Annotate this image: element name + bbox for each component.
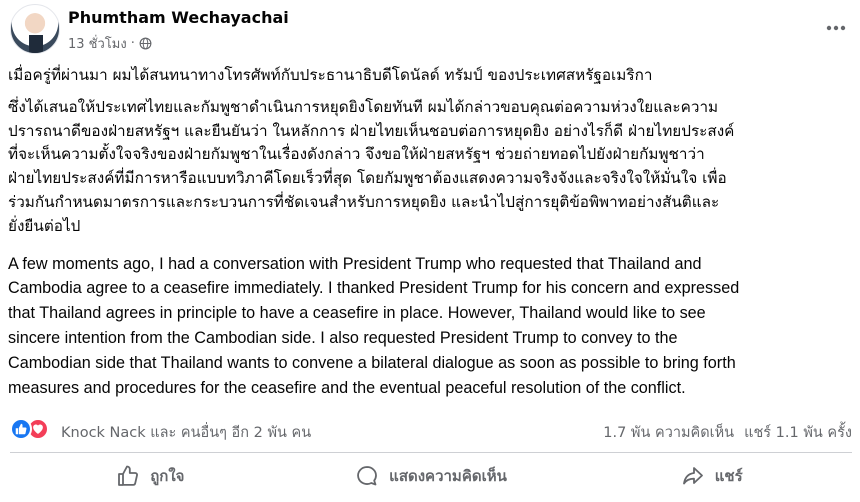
comment-bubble-icon — [357, 466, 378, 486]
like-reaction-icon — [10, 418, 32, 440]
thumbs-up-icon — [118, 465, 139, 486]
more-options-button[interactable] — [822, 14, 850, 42]
action-bar: ถูกใจ แสดงความคิดเห็น แชร์ — [10, 456, 852, 496]
post-meta: 13 ชั่วโมง · — [68, 33, 152, 54]
post-time[interactable]: 13 ชั่วโมง — [68, 33, 127, 54]
thai-intro-paragraph: เมื่อครู่ที่ผ่านมา ผมได้สนทนาทางโทรศัพท์… — [8, 66, 653, 84]
english-paragraph: A few moments ago, I had a conversation … — [8, 254, 740, 397]
comments-count[interactable]: 1.7 พัน ความคิดเห็น — [603, 421, 734, 444]
like-label: ถูกใจ — [150, 467, 185, 485]
reactors-text[interactable]: Knock Nack และ คนอื่นๆ อีก 2 พัน คน — [61, 421, 311, 444]
reaction-icons[interactable] — [10, 418, 49, 440]
share-arrow-icon — [682, 467, 703, 485]
more-dots-icon — [826, 25, 846, 31]
share-button[interactable]: แชร์ — [571, 456, 852, 496]
like-button[interactable]: ถูกใจ — [10, 456, 291, 496]
author-name[interactable]: Phumtham Wechayachai — [68, 8, 289, 27]
comment-label: แสดงความคิดเห็น — [389, 467, 507, 485]
meta-separator: · — [130, 36, 135, 51]
comment-button[interactable]: แสดงความคิดเห็น — [291, 456, 572, 496]
avatar[interactable] — [10, 4, 60, 54]
post-content: เมื่อครู่ที่ผ่านมา ผมได้สนทนาทางโทรศัพท์… — [8, 64, 854, 400]
post-header: Phumtham Wechayachai 13 ชั่วโมง · — [10, 4, 850, 60]
thai-body-paragraph: ซึ่งได้เสนอให้ประเทศไทยและกัมพูชาดำเนินก… — [8, 97, 735, 235]
share-label: แชร์ — [714, 467, 743, 485]
engagement-counts: 1.7 พัน ความคิดเห็น แชร์ 1.1 พัน ครั้ง — [603, 421, 852, 444]
avatar-figure — [29, 35, 43, 53]
action-divider — [10, 452, 852, 453]
post-stats: Knock Nack และ คนอื่นๆ อีก 2 พัน คน 1.7 … — [10, 417, 852, 443]
shares-count[interactable]: แชร์ 1.1 พัน ครั้ง — [744, 421, 852, 444]
globe-icon[interactable] — [139, 37, 152, 50]
